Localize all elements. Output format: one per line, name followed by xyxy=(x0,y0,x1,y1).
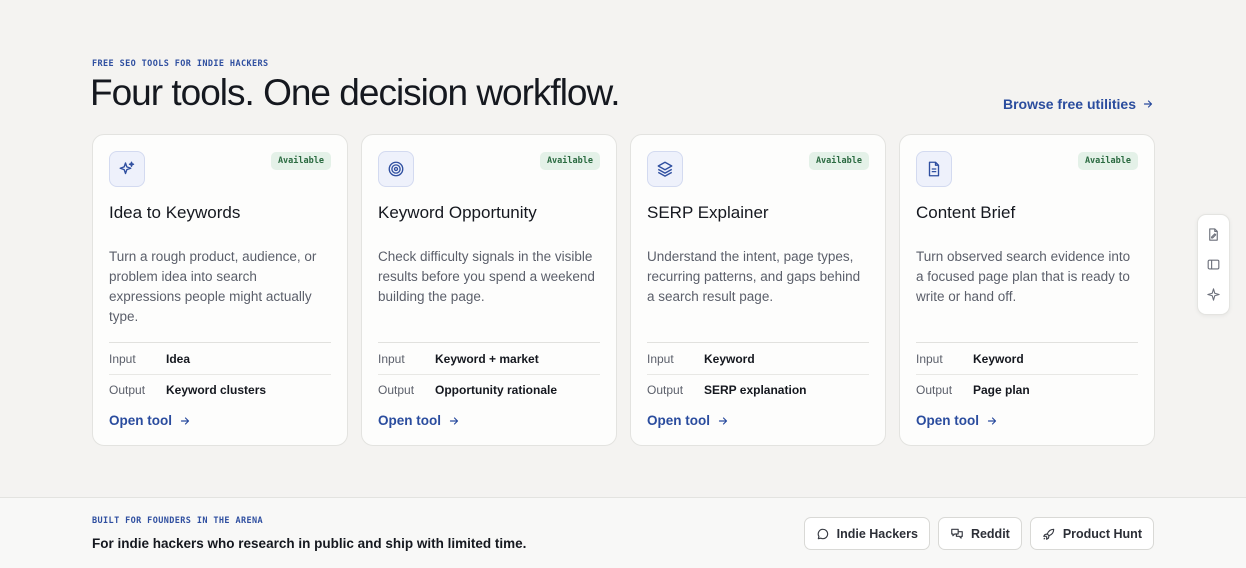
indie-hackers-button[interactable]: Indie Hackers xyxy=(803,517,930,550)
arrow-right-icon xyxy=(449,416,459,425)
card-description: Understand the intent, page types, recur… xyxy=(647,249,861,304)
card-description: Turn a rough product, audience, or probl… xyxy=(109,249,317,324)
card-title: Idea to Keywords xyxy=(109,203,241,222)
tool-cards: Available Idea to Keywords Turn a rough … xyxy=(92,134,1155,446)
output-label: Output xyxy=(647,383,684,397)
floating-toolbar xyxy=(1197,214,1230,315)
io-table: Input Keyword Output Page plan xyxy=(916,342,1138,405)
sparkles-icon xyxy=(109,151,145,187)
output-value: Page plan xyxy=(973,383,1030,397)
footer-eyebrow: BUILT FOR FOUNDERS IN THE ARENA xyxy=(92,516,264,526)
browse-utilities-link[interactable]: Browse free utilities xyxy=(1003,96,1154,112)
output-label: Output xyxy=(378,383,415,397)
open-tool-link[interactable]: Open tool xyxy=(109,413,191,428)
reddit-button[interactable]: Reddit xyxy=(937,517,1022,550)
card-description: Check difficulty signals in the visible … xyxy=(378,249,595,304)
card-description: Turn observed search evidence into a foc… xyxy=(916,249,1131,304)
output-row: Output Page plan xyxy=(916,374,1138,405)
io-table: Input Keyword Output SERP explanation xyxy=(647,342,869,405)
input-row: Input Idea xyxy=(109,343,331,374)
tool-card-idea-to-keywords: Available Idea to Keywords Turn a rough … xyxy=(92,134,348,446)
status-badge: Available xyxy=(808,152,869,170)
status-badge: Available xyxy=(1077,152,1138,170)
status-badge: Available xyxy=(270,152,331,170)
layers-icon xyxy=(647,151,683,187)
open-tool-label: Open tool xyxy=(916,413,979,428)
input-value: Keyword xyxy=(973,351,1024,366)
open-tool-label: Open tool xyxy=(647,413,710,428)
io-table: Input Idea Output Keyword clusters xyxy=(109,342,331,405)
indie-hackers-label: Indie Hackers xyxy=(836,526,918,541)
open-tool-link[interactable]: Open tool xyxy=(378,413,460,428)
tool-card-serp-explainer: Available SERP Explainer Understand the … xyxy=(630,134,886,446)
product-hunt-button[interactable]: Product Hunt xyxy=(1029,517,1154,550)
tool-card-content-brief: Available Content Brief Turn observed se… xyxy=(899,134,1155,446)
input-value: Keyword + market xyxy=(435,351,539,366)
output-value: Opportunity rationale xyxy=(435,383,558,397)
input-label: Input xyxy=(647,351,674,366)
input-label: Input xyxy=(378,351,405,366)
output-label: Output xyxy=(109,383,146,397)
tool-card-keyword-opportunity: Available Keyword Opportunity Check diff… xyxy=(361,134,617,446)
io-table: Input Keyword + market Output Opportunit… xyxy=(378,342,600,405)
input-value: Idea xyxy=(166,351,191,366)
status-badge: Available xyxy=(539,152,600,170)
output-row: Output SERP explanation xyxy=(647,374,869,405)
input-label: Input xyxy=(916,351,943,366)
footer: BUILT FOR FOUNDERS IN THE ARENA For indi… xyxy=(0,497,1246,568)
output-row: Output Keyword clusters xyxy=(109,374,331,405)
product-hunt-label: Product Hunt xyxy=(1062,526,1142,541)
output-value: Keyword clusters xyxy=(166,383,267,397)
sidebar-icon[interactable] xyxy=(1202,252,1226,276)
arrow-right-icon xyxy=(1143,100,1153,108)
edit-document-icon[interactable] xyxy=(1202,222,1226,246)
card-title: Keyword Opportunity xyxy=(378,203,537,222)
output-label: Output xyxy=(916,383,953,397)
input-label: Input xyxy=(109,351,136,366)
arrow-right-icon xyxy=(180,416,190,425)
target-icon xyxy=(378,151,414,187)
open-tool-link[interactable]: Open tool xyxy=(916,413,998,428)
card-title: SERP Explainer xyxy=(647,203,769,222)
input-row: Input Keyword xyxy=(647,343,869,374)
card-title: Content Brief xyxy=(916,203,1016,222)
arrow-right-icon xyxy=(718,416,728,425)
open-tool-label: Open tool xyxy=(109,413,172,428)
input-row: Input Keyword xyxy=(916,343,1138,374)
arrow-right-icon xyxy=(987,416,997,425)
sparkle-icon[interactable] xyxy=(1202,283,1226,307)
chat-bubbles-icon xyxy=(951,528,963,539)
open-tool-label: Open tool xyxy=(378,413,441,428)
output-value: SERP explanation xyxy=(704,383,807,397)
community-links: Indie Hackers Reddit Product Hunt xyxy=(803,517,1154,550)
footer-tagline: For indie hackers who research in public… xyxy=(92,536,527,551)
chat-bubble-icon xyxy=(817,528,828,539)
hero-eyebrow: FREE SEO TOOLS FOR INDIE HACKERS xyxy=(92,59,269,69)
input-value: Keyword xyxy=(704,351,755,366)
output-row: Output Opportunity rationale xyxy=(378,374,600,405)
browse-utilities-label: Browse free utilities xyxy=(1002,96,1136,112)
rocket-icon xyxy=(1042,528,1055,540)
document-icon xyxy=(916,151,952,187)
open-tool-link[interactable]: Open tool xyxy=(647,413,729,428)
input-row: Input Keyword + market xyxy=(378,343,600,374)
page-title: Four tools. One decision workflow. xyxy=(90,72,620,113)
reddit-label: Reddit xyxy=(970,526,1010,541)
